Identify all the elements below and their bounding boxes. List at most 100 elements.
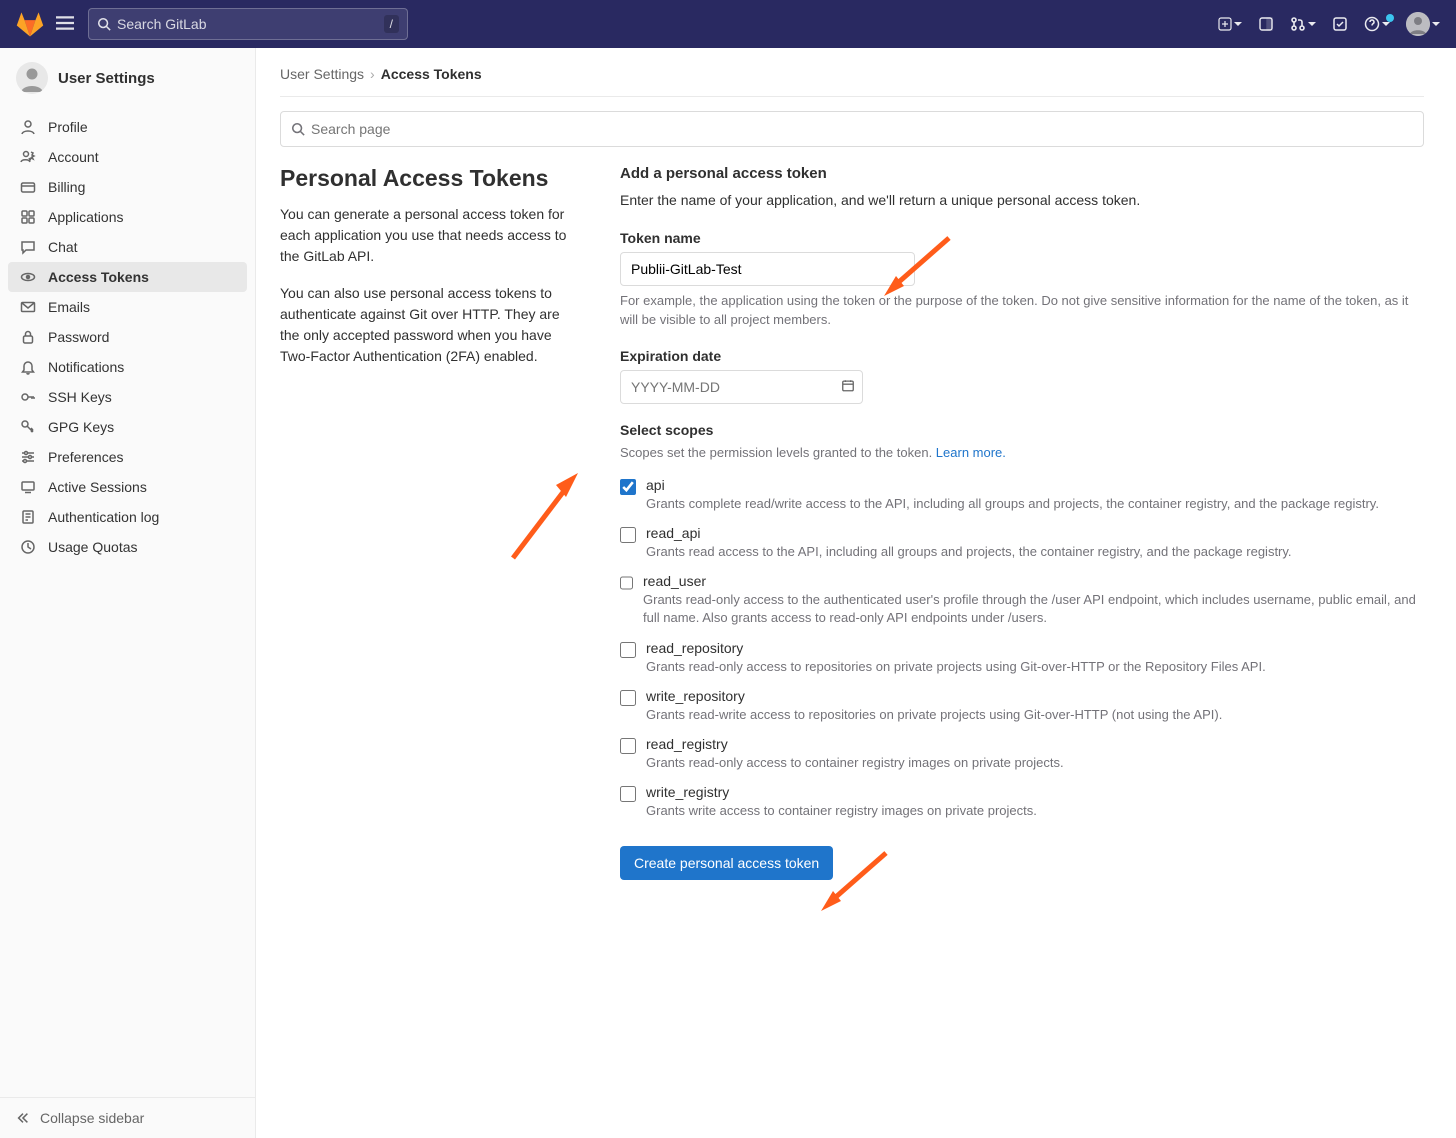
scope-api-checkbox[interactable]	[620, 479, 636, 495]
page-search[interactable]	[280, 111, 1424, 147]
scope-read-api: read_api Grants read access to the API, i…	[620, 525, 1424, 561]
form-heading: Add a personal access token	[620, 165, 1424, 182]
sidebar-item-label: Notifications	[48, 359, 124, 375]
sidebar-item-label: Active Sessions	[48, 479, 147, 495]
breadcrumb-current: Access Tokens	[381, 66, 482, 82]
topbar: /	[0, 0, 1456, 48]
collapse-sidebar-button[interactable]: Collapse sidebar	[0, 1097, 255, 1138]
scopes-label: Select scopes	[620, 422, 1424, 438]
scope-name: read_api	[646, 525, 1292, 541]
scope-read-user: read_user Grants read-only access to the …	[620, 573, 1424, 627]
scope-desc: Grants read-write access to repositories…	[646, 706, 1222, 724]
sidebar-item-usage-quotas[interactable]: Usage Quotas	[8, 532, 247, 562]
scope-name: write_repository	[646, 688, 1222, 704]
scope-name: read_repository	[646, 640, 1266, 656]
sidebar-item-billing[interactable]: Billing	[8, 172, 247, 202]
scope-read-user-checkbox[interactable]	[620, 575, 633, 591]
token-name-help: For example, the application using the t…	[620, 292, 1424, 330]
sidebar-item-gpg-keys[interactable]: GPG Keys	[8, 412, 247, 442]
menu-icon[interactable]	[56, 14, 76, 34]
breadcrumb: User Settings › Access Tokens	[280, 62, 1424, 97]
sidebar-title: User Settings	[58, 70, 155, 87]
scope-read-repository: read_repository Grants read-only access t…	[620, 640, 1424, 676]
sidebar-item-active-sessions[interactable]: Active Sessions	[8, 472, 247, 502]
sidebar-item-label: Password	[48, 329, 109, 345]
help-icon[interactable]	[1364, 16, 1390, 32]
sidebar-item-applications[interactable]: Applications	[8, 202, 247, 232]
intro-paragraph-2: You can also use personal access tokens …	[280, 283, 580, 367]
scopes-learn-more-link[interactable]: Learn more.	[936, 445, 1006, 460]
chevron-right-icon: ›	[370, 66, 375, 82]
sidebar-item-label: Access Tokens	[48, 269, 149, 285]
sidebar-item-label: Chat	[48, 239, 78, 255]
merge-requests-icon[interactable]	[1290, 16, 1316, 32]
search-icon	[291, 122, 305, 136]
sidebar-item-label: Preferences	[48, 449, 123, 465]
scope-api: api Grants complete read/write access to …	[620, 477, 1424, 513]
sidebar-item-label: GPG Keys	[48, 419, 114, 435]
form-column: Add a personal access token Enter the na…	[620, 165, 1424, 880]
page-search-input[interactable]	[311, 121, 1413, 137]
sidebar-avatar	[16, 62, 48, 94]
gitlab-logo-icon[interactable]	[16, 10, 44, 38]
sidebar-item-label: Usage Quotas	[48, 539, 138, 555]
sidebar-item-chat[interactable]: Chat	[8, 232, 247, 262]
sidebar-nav: Profile Account Billing Applications Cha…	[0, 108, 255, 1097]
issues-icon[interactable]	[1258, 16, 1274, 32]
scope-read-repository-checkbox[interactable]	[620, 642, 636, 658]
scope-desc: Grants read-only access to the authentic…	[643, 591, 1424, 627]
intro-column: Personal Access Tokens You can generate …	[280, 165, 580, 880]
sidebar-item-ssh-keys[interactable]: SSH Keys	[8, 382, 247, 412]
scope-read-registry-checkbox[interactable]	[620, 738, 636, 754]
search-icon	[97, 17, 111, 31]
global-search[interactable]: /	[88, 8, 408, 40]
page-title: Personal Access Tokens	[280, 165, 580, 192]
sidebar-item-label: SSH Keys	[48, 389, 112, 405]
scope-read-registry: read_registry Grants read-only access to …	[620, 736, 1424, 772]
sidebar-item-label: Authentication log	[48, 509, 159, 525]
scope-read-api-checkbox[interactable]	[620, 527, 636, 543]
intro-paragraph-1: You can generate a personal access token…	[280, 204, 580, 267]
scope-write-repository-checkbox[interactable]	[620, 690, 636, 706]
scope-desc: Grants read-only access to repositories …	[646, 658, 1266, 676]
sidebar-item-emails[interactable]: Emails	[8, 292, 247, 322]
sidebar-item-preferences[interactable]: Preferences	[8, 442, 247, 472]
sidebar-item-profile[interactable]: Profile	[8, 112, 247, 142]
scope-name: read_registry	[646, 736, 1064, 752]
sidebar-item-notifications[interactable]: Notifications	[8, 352, 247, 382]
scope-name: write_registry	[646, 784, 1037, 800]
scope-name: api	[646, 477, 1379, 493]
todos-icon[interactable]	[1332, 16, 1348, 32]
expiration-label: Expiration date	[620, 348, 1424, 364]
sidebar-item-authentication-log[interactable]: Authentication log	[8, 502, 247, 532]
sidebar-item-password[interactable]: Password	[8, 322, 247, 352]
scope-name: read_user	[643, 573, 1424, 589]
breadcrumb-root[interactable]: User Settings	[280, 66, 364, 82]
sidebar-item-label: Profile	[48, 119, 88, 135]
scope-desc: Grants read access to the API, including…	[646, 543, 1292, 561]
global-search-input[interactable]	[117, 16, 384, 32]
scope-write-repository: write_repository Grants read-write access…	[620, 688, 1424, 724]
sidebar-item-label: Account	[48, 149, 99, 165]
user-avatar-menu[interactable]	[1406, 12, 1440, 36]
scope-write-registry-checkbox[interactable]	[620, 786, 636, 802]
scope-write-registry: write_registry Grants write access to con…	[620, 784, 1424, 820]
scope-desc: Grants read-only access to container reg…	[646, 754, 1064, 772]
scope-desc: Grants complete read/write access to the…	[646, 495, 1379, 513]
create-token-button[interactable]: Create personal access token	[620, 846, 833, 880]
plus-dropdown-icon[interactable]	[1218, 17, 1242, 31]
expiration-input[interactable]	[620, 370, 863, 404]
main-content: User Settings › Access Tokens Personal A…	[256, 48, 1456, 1138]
sidebar-item-label: Emails	[48, 299, 90, 315]
token-name-input[interactable]	[620, 252, 915, 286]
collapse-label: Collapse sidebar	[40, 1110, 144, 1126]
token-name-label: Token name	[620, 230, 1424, 246]
sidebar-item-account[interactable]: Account	[8, 142, 247, 172]
chevron-double-left-icon	[16, 1111, 30, 1125]
sidebar-header: User Settings	[0, 48, 255, 108]
search-shortcut: /	[384, 15, 399, 33]
scope-desc: Grants write access to container registr…	[646, 802, 1037, 820]
sidebar-item-access-tokens[interactable]: Access Tokens	[8, 262, 247, 292]
sidebar-item-label: Billing	[48, 179, 85, 195]
sidebar: User Settings Profile Account Billing Ap…	[0, 48, 256, 1138]
